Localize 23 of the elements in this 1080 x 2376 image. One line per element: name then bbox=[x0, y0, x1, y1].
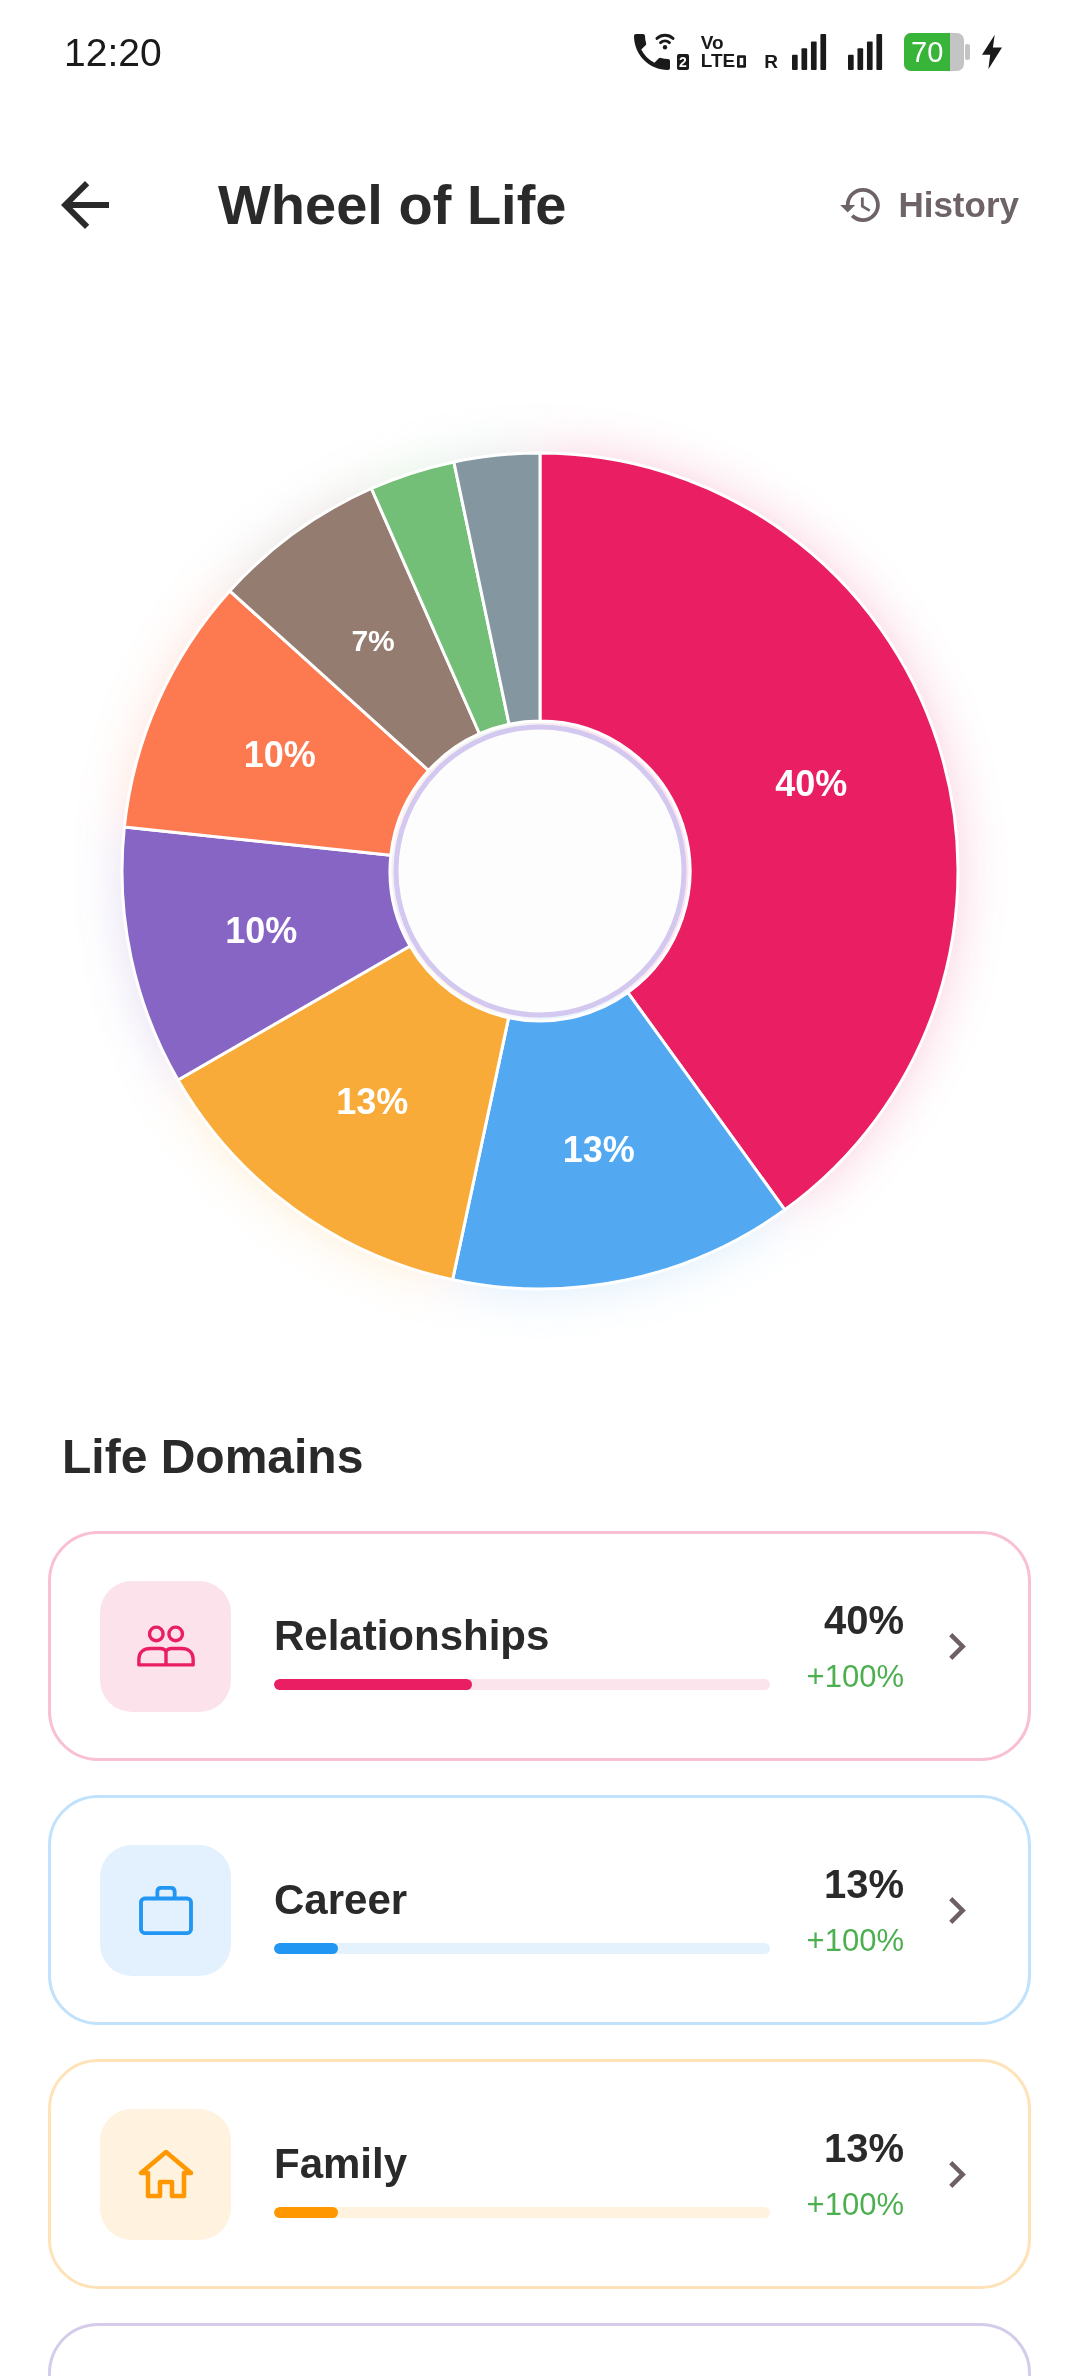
volte-label: Vo bbox=[700, 34, 724, 52]
status-time: 12:20 bbox=[64, 32, 162, 72]
slice-label: 40% bbox=[775, 762, 848, 804]
lte-label: LTE bbox=[700, 52, 736, 70]
domain-percent: 13% bbox=[823, 1861, 904, 1908]
change-percent: +100% bbox=[806, 2186, 904, 2224]
change-percent: +100% bbox=[806, 1658, 904, 1696]
slice-label: 10% bbox=[225, 909, 298, 951]
slice-label: 7% bbox=[351, 623, 395, 657]
domain-percent: 13% bbox=[823, 2125, 904, 2172]
page-title: Wheel of Life bbox=[218, 172, 567, 238]
domain-name: Family bbox=[274, 2139, 408, 2189]
domain-name: Career bbox=[274, 1875, 408, 1925]
section-heading: Life Domains bbox=[62, 1429, 364, 1485]
sim-badge: 2 bbox=[677, 54, 689, 70]
domain-percent: 40% bbox=[823, 1597, 904, 1644]
slice-label: 13% bbox=[336, 1080, 409, 1122]
slice-label: 13% bbox=[562, 1129, 635, 1171]
change-percent: +100% bbox=[806, 1922, 904, 1960]
slice-label: 10% bbox=[243, 734, 316, 776]
domain-name: Relationships bbox=[274, 1611, 550, 1661]
roaming-label: R bbox=[764, 52, 778, 72]
battery-percent: 70 bbox=[911, 37, 944, 67]
